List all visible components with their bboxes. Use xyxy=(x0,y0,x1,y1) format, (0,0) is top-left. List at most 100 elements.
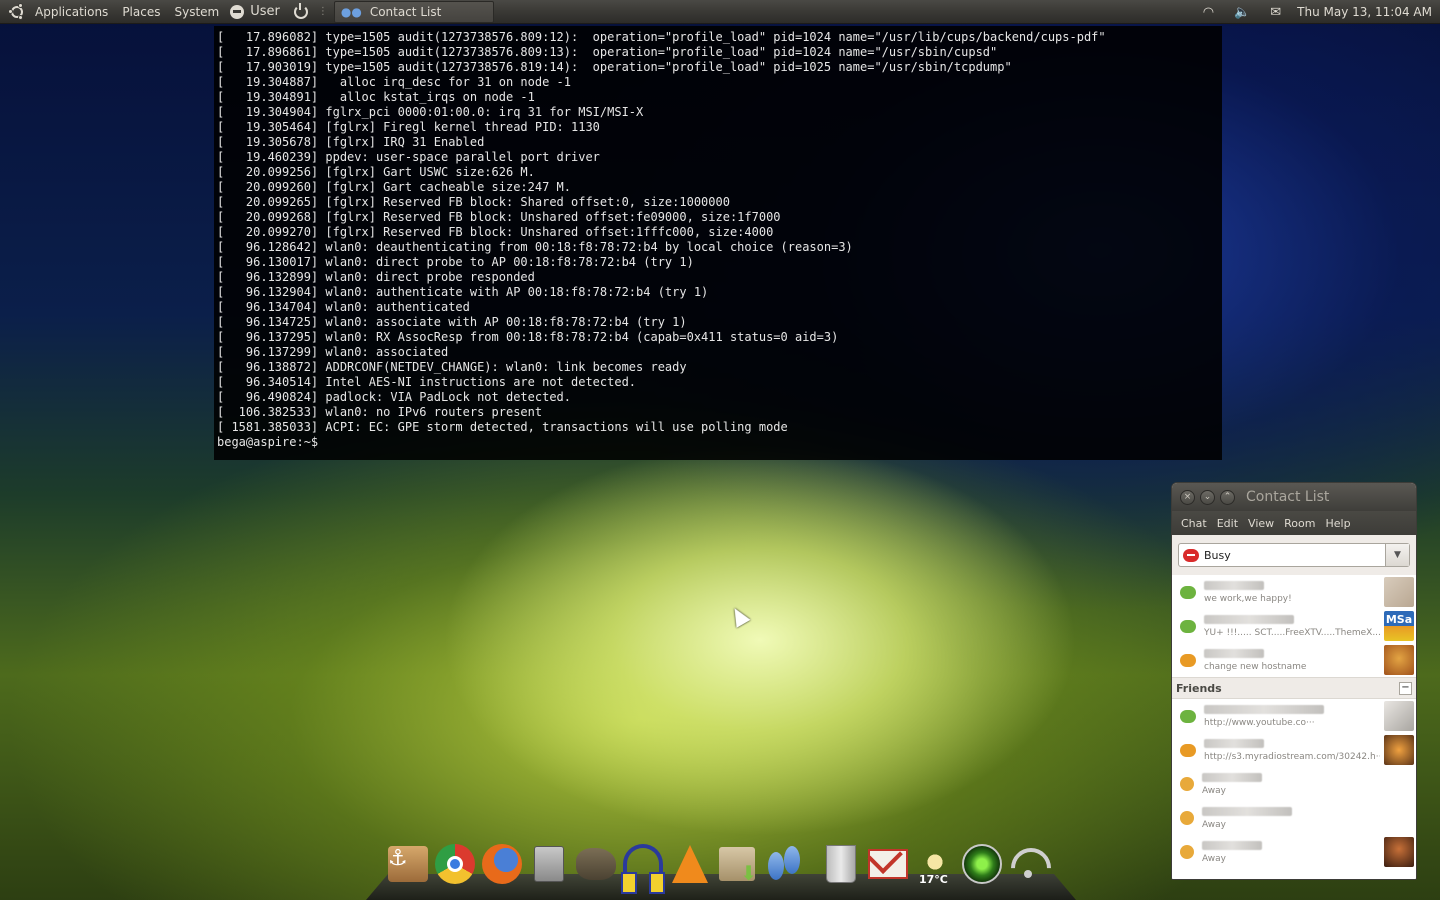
weather-temp: 17°C xyxy=(919,873,948,886)
terminal-line: [ 96.132899] wlan0: direct probe respond… xyxy=(217,270,535,284)
menu-chat[interactable]: Chat xyxy=(1176,517,1212,530)
menu-view[interactable]: View xyxy=(1243,517,1279,530)
avatar xyxy=(1384,645,1414,675)
calculator-icon[interactable] xyxy=(527,842,571,886)
window-title: Contact List xyxy=(1246,489,1330,505)
contact-name-blurred xyxy=(1204,648,1264,658)
terminal-line: [ 17.896082] type=1505 audit(1273738576.… xyxy=(217,30,1106,44)
panel-separator: ⋮ xyxy=(317,6,328,17)
gimp-icon[interactable] xyxy=(574,842,618,886)
terminal-line: [ 20.099268] [fglrx] Reserved FB block: … xyxy=(217,210,781,224)
status-selector[interactable]: Busy ▼ xyxy=(1178,543,1410,567)
contact-status-message: Away xyxy=(1202,819,1226,830)
mail-icon[interactable]: ✉ xyxy=(1270,5,1281,20)
radio-icon[interactable] xyxy=(960,842,1004,886)
ubuntu-logo-icon[interactable] xyxy=(8,2,26,21)
vlc-icon[interactable] xyxy=(668,842,712,886)
terminal-line: [ 19.304904] fglrx_pci 0000:01:00.0: irq… xyxy=(217,105,644,119)
minimize-icon[interactable]: ⌄ xyxy=(1200,489,1215,505)
terminal-line: [ 19.305464] [fglrx] Firegl kernel threa… xyxy=(217,120,600,134)
terminal-line: [ 20.099270] [fglrx] Reserved FB block: … xyxy=(217,225,774,239)
menu-places[interactable]: Places xyxy=(115,0,167,24)
taskbar-button-contact-list[interactable]: ●● Contact List xyxy=(333,0,494,23)
list-item[interactable]: YU+ !!!..... SCT.....FreeXTV.....ThemeX.… xyxy=(1172,609,1416,643)
contact-status-message: Away xyxy=(1202,785,1226,796)
collapse-icon[interactable]: − xyxy=(1399,682,1412,695)
group-header-friends[interactable]: Friends − xyxy=(1172,677,1416,699)
user-status-icon xyxy=(230,4,245,19)
idle-icon xyxy=(1180,743,1196,757)
menu-system[interactable]: System xyxy=(167,0,226,24)
avatar xyxy=(1384,837,1414,867)
download-box-icon[interactable] xyxy=(715,842,759,886)
pidgin-feet-icon: ●● xyxy=(340,4,362,19)
contact-status-message: http://www.youtube.co··· xyxy=(1204,717,1315,728)
terminal-line: [ 19.305678] [fglrx] IRQ 31 Enabled xyxy=(217,135,485,149)
menu-help[interactable]: Help xyxy=(1320,517,1355,530)
list-item[interactable]: Away xyxy=(1172,835,1416,869)
group-name: Friends xyxy=(1176,681,1222,695)
contact-name-blurred xyxy=(1204,614,1294,624)
busy-icon xyxy=(1183,548,1199,562)
list-item[interactable]: http://s3.myradiostream.com/30242.h··· xyxy=(1172,733,1416,767)
contact-menubar: Chat Edit View Room Help xyxy=(1172,511,1416,535)
anchor-icon[interactable] xyxy=(386,842,430,886)
list-item[interactable]: change new hostname xyxy=(1172,643,1416,677)
power-icon[interactable] xyxy=(293,2,308,19)
feet-icon[interactable] xyxy=(762,842,806,886)
volume-icon[interactable]: 🔈 xyxy=(1234,5,1250,20)
away-icon xyxy=(1180,845,1194,859)
status-value: Busy xyxy=(1204,548,1231,562)
contact-status-message: YU+ !!!..... SCT.....FreeXTV.....ThemeX.… xyxy=(1204,627,1380,638)
avatar: MSa xyxy=(1384,611,1414,641)
menu-applications[interactable]: Applications xyxy=(28,0,115,24)
clock[interactable]: Thu May 13, 11:04 AM xyxy=(1297,5,1432,19)
terminal-line: [ 19.304887] alloc irq_desc for 31 on no… xyxy=(217,75,572,89)
terminal-line: [ 1581.385033] ACPI: EC: GPE storm detec… xyxy=(217,420,788,434)
terminal-line: [ 96.138872] ADDRCONF(NETDEV_CHANGE): wl… xyxy=(217,360,687,374)
contact-name-blurred xyxy=(1204,704,1324,714)
maximize-icon[interactable]: ⌃ xyxy=(1220,489,1235,505)
taskbar-button-label: Contact List xyxy=(369,4,442,19)
terminal-output[interactable]: [ 17.896082] type=1505 audit(1273738576.… xyxy=(214,26,1222,460)
system-tray: ◠ 🔈 ✉ Thu May 13, 11:04 AM xyxy=(1193,0,1440,24)
firefox-icon[interactable] xyxy=(480,842,524,886)
terminal-line: [ 19.460239] ppdev: user-space parallel … xyxy=(217,150,600,164)
status-row: Busy ▼ xyxy=(1172,535,1416,575)
close-icon[interactable]: × xyxy=(1180,489,1195,505)
contact-status-message: we work,we happy! xyxy=(1204,593,1292,604)
headphones-icon[interactable] xyxy=(621,842,665,894)
away-icon xyxy=(1180,811,1194,825)
contact-status-message: Away xyxy=(1202,853,1226,864)
chevron-down-icon[interactable]: ▼ xyxy=(1385,544,1409,566)
avatar xyxy=(1384,701,1414,731)
wifi-icon[interactable]: ◠ xyxy=(1203,5,1214,20)
chrome-icon[interactable] xyxy=(433,842,477,886)
terminal-line: [ 96.130017] wlan0: direct probe to AP 0… xyxy=(217,255,694,269)
avatar xyxy=(1384,735,1414,765)
contact-name-blurred xyxy=(1202,772,1262,782)
gmail-icon[interactable] xyxy=(866,842,910,886)
menu-room[interactable]: Room xyxy=(1279,517,1320,530)
list-item[interactable]: Away xyxy=(1172,767,1416,801)
list-item[interactable]: Away xyxy=(1172,801,1416,835)
list-item[interactable]: we work,we happy! xyxy=(1172,575,1416,609)
weather-icon[interactable]: 17°C xyxy=(913,842,957,886)
terminal-line: [ 19.304891] alloc kstat_irqs on node -1 xyxy=(217,90,535,104)
terminal-line: [ 20.099260] [fglrx] Gart cacheable size… xyxy=(217,180,572,194)
available-icon xyxy=(1180,619,1196,633)
trash-icon[interactable] xyxy=(819,842,863,886)
avatar xyxy=(1384,577,1414,607)
mouse-cursor-icon xyxy=(727,604,751,628)
user-menu[interactable]: User xyxy=(226,4,284,19)
contact-list-window: × ⌄ ⌃ Contact List Chat Edit View Room H… xyxy=(1171,482,1417,880)
list-item[interactable]: http://www.youtube.co··· xyxy=(1172,699,1416,733)
terminal-line: [ 17.896861] type=1505 audit(1273738576.… xyxy=(217,45,998,59)
menu-edit[interactable]: Edit xyxy=(1212,517,1243,530)
window-titlebar[interactable]: × ⌄ ⌃ Contact List xyxy=(1172,483,1416,511)
terminal-line: [ 20.099256] [fglrx] Gart USWC size:626 … xyxy=(217,165,535,179)
contact-status-message: http://s3.myradiostream.com/30242.h··· xyxy=(1204,751,1380,762)
terminal-line: [ 96.490824] padlock: VIA PadLock not de… xyxy=(217,390,572,404)
user-label: User xyxy=(250,4,280,19)
wifi-icon[interactable] xyxy=(1007,842,1051,886)
